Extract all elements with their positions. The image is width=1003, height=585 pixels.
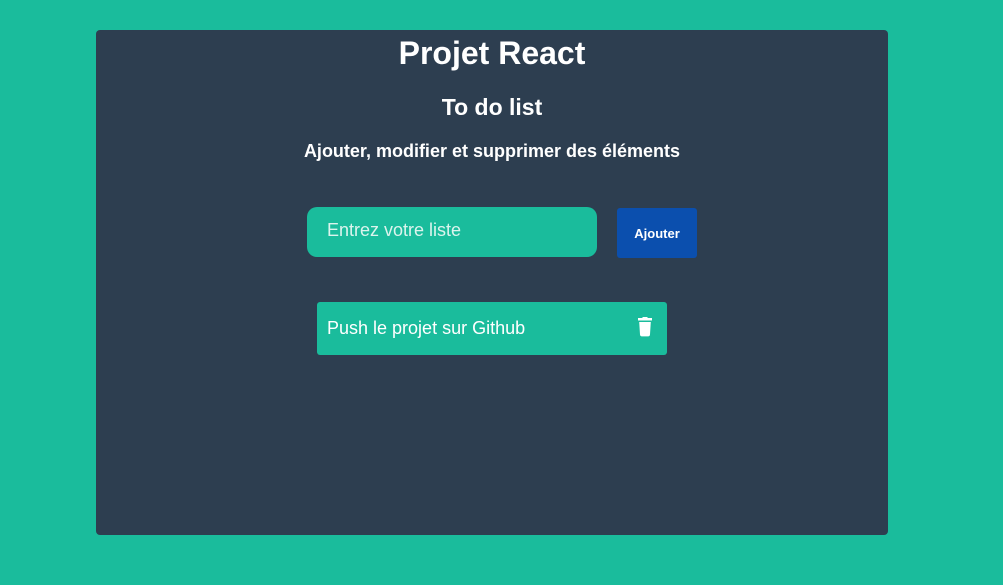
add-button[interactable]: Ajouter — [617, 208, 697, 258]
page-subtitle: To do list — [441, 94, 543, 120]
todo-input[interactable] — [307, 207, 597, 257]
todo-item-text: Push le projet sur Github — [327, 318, 526, 338]
delete-button[interactable] — [633, 315, 657, 339]
todo-card: Projet React To do list Ajouter, modifie… — [96, 30, 888, 535]
trash-icon — [638, 317, 652, 337]
page-title: Projet React — [398, 35, 586, 71]
todo-item: Push le projet sur Github — [317, 302, 667, 355]
todo-list: Push le projet sur Github — [317, 302, 667, 355]
page-description: Ajouter, modifier et supprimer des éléme… — [303, 141, 681, 161]
